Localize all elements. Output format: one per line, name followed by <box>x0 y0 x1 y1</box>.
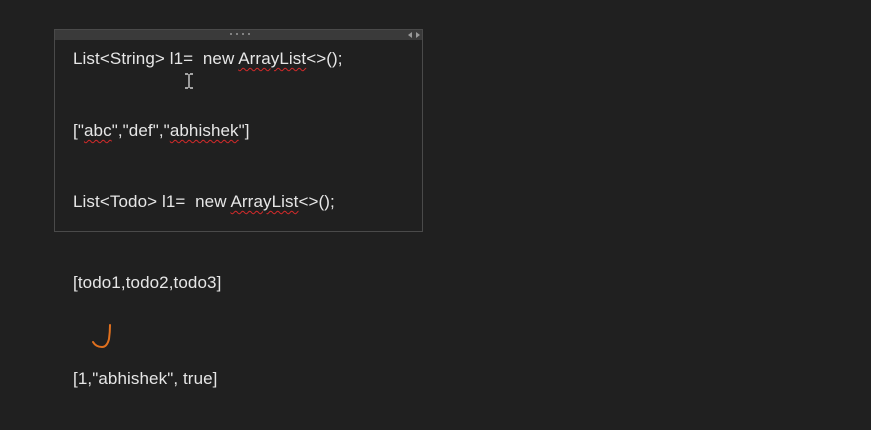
code-text: "] <box>238 121 250 140</box>
misspelled-word: ArrayList <box>238 49 307 68</box>
code-text: List<String> l1= new <box>73 49 239 68</box>
code-text: List<Todo> l1= new <box>73 192 231 211</box>
code-text: [" <box>73 121 84 140</box>
todo-array-text[interactable]: [todo1,todo2,todo3] <box>73 273 221 293</box>
drag-handle-icon[interactable] <box>230 33 250 37</box>
misspelled-word: abhishek <box>169 121 239 140</box>
mixed-array-text[interactable]: [1,"abhishek", true] <box>73 369 218 389</box>
code-text: ","def"," <box>111 121 170 140</box>
arrow-right-icon[interactable] <box>416 32 420 38</box>
array-text: [1," <box>73 369 99 388</box>
array-text: abhishek <box>98 369 168 388</box>
misspelled-word: abc <box>83 121 112 140</box>
code-text: <>(); <box>298 192 335 211</box>
code-line-todo-list[interactable]: List<Todo> l1= new ArrayList<>(); <box>73 192 335 212</box>
code-line-string-array[interactable]: ["abc","def","abhishek"] <box>73 121 250 141</box>
text-cursor-icon <box>185 73 193 89</box>
misspelled-word: ArrayList <box>230 192 299 211</box>
resize-arrows[interactable] <box>408 30 420 40</box>
container-header-bar[interactable] <box>55 30 422 40</box>
code-text: <>(); <box>306 49 343 68</box>
handwritten-check-icon <box>92 324 111 349</box>
array-text: ", true] <box>167 369 218 388</box>
code-line-string-list[interactable]: List<String> l1= new ArrayList<>(); <box>73 49 343 69</box>
arrow-left-icon[interactable] <box>408 32 412 38</box>
